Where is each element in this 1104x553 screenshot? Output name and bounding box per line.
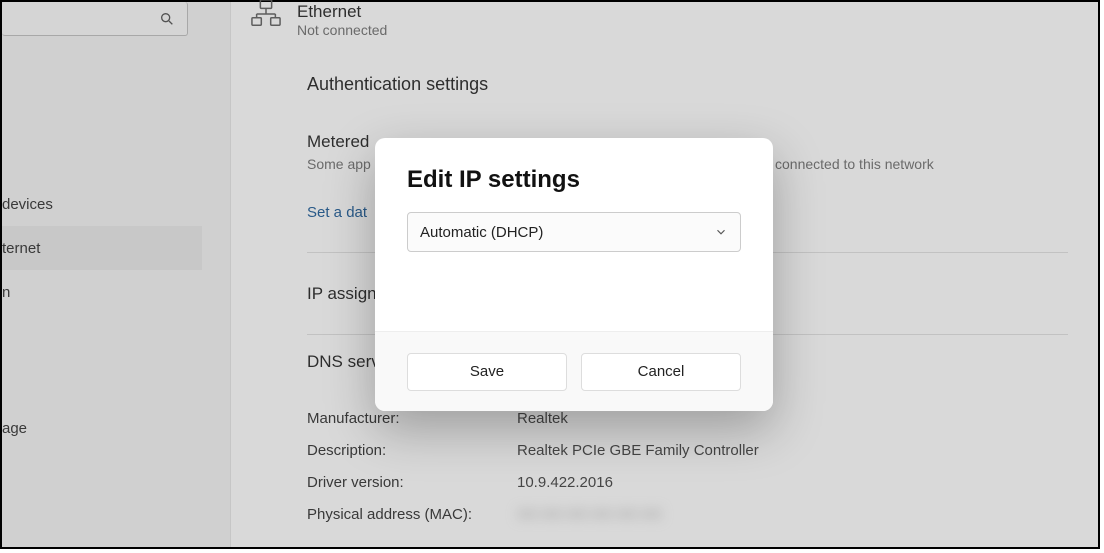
info-row: Description: Realtek PCIe GBE Family Con… <box>307 434 759 466</box>
save-button[interactable]: Save <box>407 353 567 391</box>
info-val: 10.9.422.2016 <box>517 474 613 491</box>
ip-assignment-label: IP assign <box>307 284 377 304</box>
nav-label: age <box>2 420 27 437</box>
cancel-button[interactable]: Cancel <box>581 353 741 391</box>
ethernet-title: Ethernet <box>297 2 387 22</box>
ethernet-icon <box>251 0 281 28</box>
nav-label: ternet <box>2 240 40 257</box>
info-key: Driver version: <box>307 474 517 491</box>
sidebar: devices ternet n age <box>2 2 202 547</box>
nav-label: n <box>2 284 10 301</box>
nav-item-internet[interactable]: ternet <box>2 226 202 270</box>
metered-sub-left: Some app <box>307 156 371 172</box>
nav-item-n[interactable]: n <box>2 270 202 314</box>
dropdown-value: Automatic (DHCP) <box>420 224 543 241</box>
dialog-footer: Save Cancel <box>375 331 773 411</box>
dialog-title: Edit IP settings <box>407 166 741 194</box>
set-data-limit-link[interactable]: Set a dat <box>307 204 367 221</box>
info-grid: Manufacturer: Realtek Description: Realt… <box>307 402 759 530</box>
info-row: Driver version: 10.9.422.2016 <box>307 466 759 498</box>
ip-mode-dropdown[interactable]: Automatic (DHCP) <box>407 212 741 252</box>
info-val: Realtek PCIe GBE Family Controller <box>517 442 759 459</box>
edit-ip-dialog: Edit IP settings Automatic (DHCP) Save C… <box>375 138 773 411</box>
auth-heading: Authentication settings <box>307 74 488 95</box>
nav-label: devices <box>2 196 53 213</box>
nav-list: devices ternet n age <box>2 182 202 450</box>
info-val-mac: XX-XX-XX-XX-XX-XX <box>517 506 662 523</box>
dns-label: DNS serv <box>307 352 380 372</box>
search-input[interactable] <box>2 2 188 36</box>
info-key: Physical address (MAC): <box>307 506 517 523</box>
search-icon <box>159 11 175 27</box>
metered-label: Metered <box>307 132 369 152</box>
chevron-down-icon <box>714 225 728 239</box>
ethernet-header: Ethernet Not connected <box>251 2 387 38</box>
info-key: Description: <box>307 442 517 459</box>
info-key: Manufacturer: <box>307 410 517 427</box>
nav-item-age[interactable]: age <box>2 406 202 450</box>
metered-sub-right: connected to this network <box>775 156 934 172</box>
ethernet-status: Not connected <box>297 22 387 38</box>
info-row: Physical address (MAC): XX-XX-XX-XX-XX-X… <box>307 498 759 530</box>
info-val: Realtek <box>517 410 568 427</box>
nav-item-devices[interactable]: devices <box>2 182 202 226</box>
